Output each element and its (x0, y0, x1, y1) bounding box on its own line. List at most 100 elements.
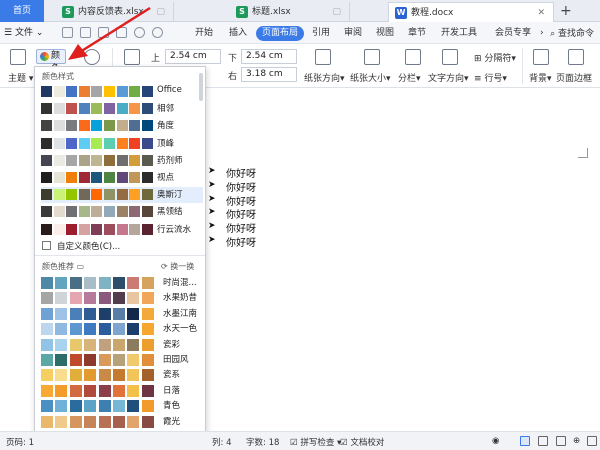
page-border-button[interactable]: 页面边框 (556, 71, 592, 84)
document-line[interactable]: 你好呀 (226, 234, 256, 249)
color-swatch (41, 120, 52, 132)
margin-bottom-input[interactable]: 2.54 cm (241, 49, 297, 64)
text-direction-icon[interactable] (442, 49, 458, 65)
orientation-icon[interactable] (315, 49, 331, 65)
web-view-icon[interactable] (587, 436, 597, 446)
recommended-color-item[interactable]: 日落 (41, 383, 203, 399)
background-button[interactable]: 背景▾ (529, 71, 552, 84)
paper-size-button[interactable]: 纸张大小▾ (350, 71, 391, 84)
margins-icon[interactable] (124, 49, 140, 65)
menu-view[interactable]: 视图 (372, 26, 398, 41)
color-swatch (127, 292, 140, 305)
doc-proof[interactable]: ☑ 文档校对 (340, 436, 384, 448)
page-view-icon[interactable] (520, 436, 530, 446)
margin-right-input[interactable]: 3.18 cm (241, 67, 297, 82)
color-swatch (55, 307, 68, 320)
tab-home[interactable]: 首页 (0, 0, 44, 22)
color-swatch (69, 277, 82, 289)
menu-member[interactable]: 会员专享 (491, 26, 535, 41)
menu-review[interactable]: 审阅 (340, 26, 366, 41)
color-scheme-item[interactable]: 奥斯汀 (41, 187, 203, 204)
recommended-color-item[interactable]: 瓷彩 (41, 337, 203, 353)
margin-top-input[interactable]: 2.54 cm (165, 49, 221, 64)
menu-page-layout[interactable]: 页面布局 (256, 26, 305, 41)
globe-icon[interactable]: ⊕ (573, 436, 580, 446)
columns-icon[interactable] (405, 49, 421, 65)
refresh-button[interactable]: ⟳ 换一换 (161, 261, 194, 272)
custom-color-button[interactable]: 自定义颜色(C)... (41, 240, 120, 252)
close-icon[interactable]: ✕ (537, 3, 545, 23)
save-icon[interactable] (62, 27, 73, 38)
recommended-color-item[interactable]: 瓷系 (41, 367, 203, 383)
undo-icon[interactable] (134, 27, 145, 38)
color-scheme-item[interactable]: 顶峰 (41, 136, 203, 152)
pin-icon[interactable]: ▢ (332, 2, 341, 22)
recommended-color-item[interactable]: 青色 (41, 398, 203, 414)
color-button[interactable]: 颜色 (36, 49, 66, 74)
effects-icon[interactable] (84, 49, 100, 65)
add-tab-button[interactable]: + (560, 2, 572, 20)
spell-check[interactable]: ☑ 拼写检查 ▾ (290, 436, 341, 448)
color-scheme-item[interactable]: Office (41, 84, 203, 100)
document-line[interactable]: 你好呀 (226, 220, 256, 235)
color-swatch (66, 189, 78, 201)
page-border-icon[interactable] (568, 49, 584, 65)
tab-doc-tutorial[interactable]: W 教程.docx ✕ (388, 2, 554, 22)
word-count[interactable]: 字数: 18 (246, 436, 279, 448)
file-menu[interactable]: ☰ 文件 ⌄ (4, 22, 43, 44)
tab-doc-feedback[interactable]: S 内容反馈表.xlsx ▢ (56, 2, 174, 22)
color-swatch (69, 323, 82, 336)
menu-more-button[interactable]: › (536, 26, 548, 41)
document-line[interactable]: 你好呀 (226, 206, 256, 221)
color-swatch (41, 103, 52, 115)
separator-label: 分隔符 (484, 54, 512, 64)
color-scheme-item[interactable]: 药剂师 (41, 153, 203, 169)
background-icon[interactable] (533, 49, 549, 65)
recommended-color-item[interactable]: 霞光 (41, 414, 203, 430)
color-swatch (113, 354, 125, 366)
eye-icon[interactable]: ◉ (492, 436, 499, 446)
menu-chapter[interactable]: 章节 (404, 26, 430, 41)
export-icon[interactable] (80, 27, 91, 38)
color-swatch (84, 292, 97, 305)
text-direction-button[interactable]: 文字方向▾ (428, 71, 469, 84)
recommended-color-item[interactable]: 水果奶昔 (41, 290, 203, 306)
tab-doc-title[interactable]: S 标题.xlsx ▢ (230, 2, 350, 22)
menu-start[interactable]: 开始 (191, 26, 217, 41)
menu-developer[interactable]: 开发工具 (437, 26, 481, 41)
color-swatch (129, 120, 141, 132)
document-line[interactable]: 你好呀 (226, 165, 256, 180)
recommended-color-item[interactable]: 水天一色 (41, 321, 203, 337)
theme-button[interactable]: 主题 ▾ (8, 71, 33, 84)
outline-view-icon[interactable] (538, 436, 548, 446)
columns-button[interactable]: 分栏▾ (398, 71, 421, 84)
print-icon[interactable] (98, 27, 109, 38)
recommended-color-item[interactable]: 田园风 (41, 352, 203, 368)
color-swatch (55, 323, 68, 336)
color-swatch (91, 172, 103, 183)
document-line[interactable]: 你好呀 (226, 193, 256, 208)
preview-icon[interactable] (116, 27, 127, 38)
find-command[interactable]: ⌕ 查找命令 (550, 26, 594, 39)
separator-button[interactable]: ⊞ 分隔符▾ (474, 51, 516, 64)
paper-size-icon[interactable] (364, 49, 380, 65)
color-scheme-item[interactable]: 黑领结 (41, 204, 203, 220)
recommended-color-item[interactable]: 时尚混... (41, 275, 203, 291)
redo-icon[interactable] (152, 27, 163, 38)
color-swatch (66, 206, 78, 218)
theme-icon[interactable] (10, 49, 26, 65)
color-scheme-item[interactable]: 视点 (41, 170, 203, 186)
document-line[interactable]: 你好呀 (226, 179, 256, 194)
color-swatch (141, 323, 154, 336)
recommended-color-label: 时尚混... (163, 278, 197, 288)
pin-icon[interactable]: ▢ (156, 2, 165, 22)
read-view-icon[interactable] (556, 436, 566, 446)
orientation-button[interactable]: 纸张方向▾ (304, 71, 345, 84)
color-scheme-item[interactable]: 角度 (41, 118, 203, 134)
color-scheme-item[interactable]: 相邻 (41, 101, 203, 117)
menu-references[interactable]: 引用 (308, 26, 334, 41)
recommended-color-item[interactable]: 水墨江南 (41, 306, 203, 322)
line-numbers-button[interactable]: ≡ 行号▾ (474, 71, 507, 84)
color-scheme-item[interactable]: 行云流水 (41, 222, 203, 238)
menu-insert[interactable]: 插入 (225, 26, 251, 41)
